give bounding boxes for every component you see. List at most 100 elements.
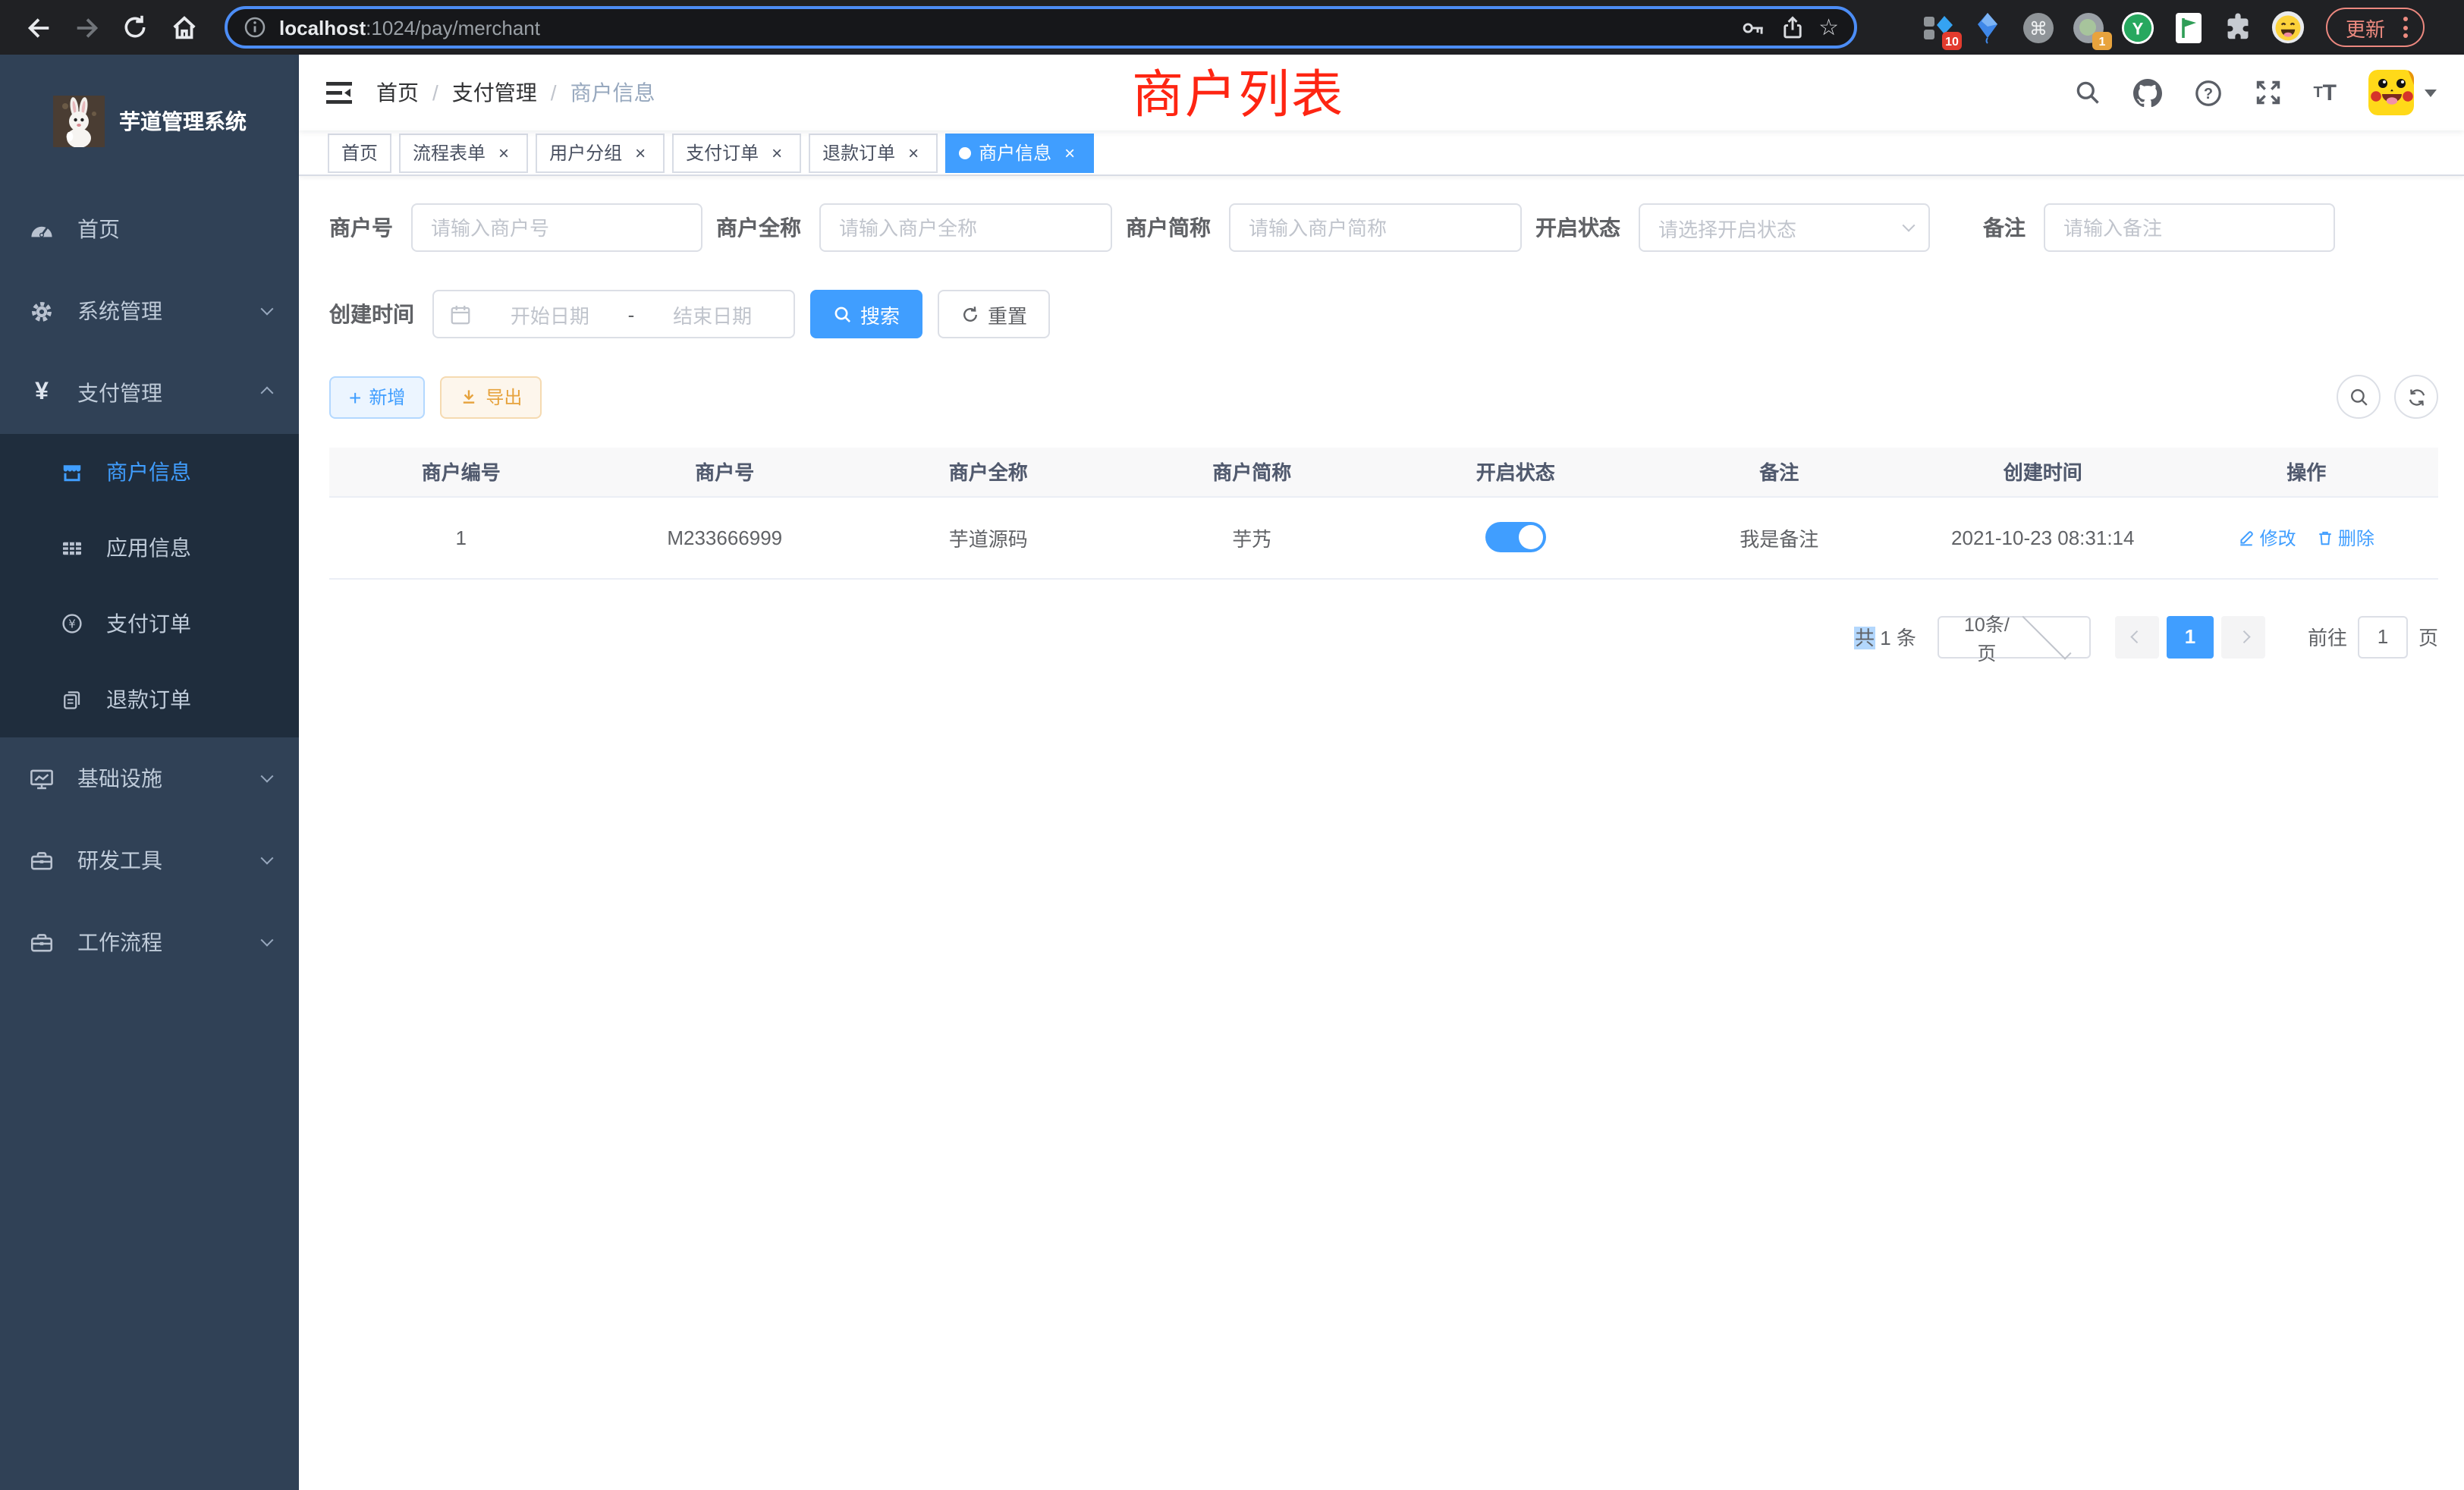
sidebar-item-label: 基础设施: [77, 763, 262, 794]
prev-page-button[interactable]: [2115, 615, 2159, 658]
sidebar-item-merchant-info[interactable]: 商户信息: [0, 434, 299, 510]
browser-menu-dots-icon[interactable]: [2403, 17, 2408, 38]
browser-forward-icon[interactable]: [70, 11, 103, 44]
remark-label: 备注: [1983, 212, 2044, 243]
reset-button[interactable]: 重置: [938, 290, 1050, 338]
hide-search-button[interactable]: [2337, 375, 2381, 419]
tab-close-icon[interactable]: ×: [903, 142, 924, 163]
next-page-button[interactable]: [2221, 615, 2265, 658]
date-separator: -: [628, 303, 635, 325]
merchant-no-input[interactable]: [411, 203, 702, 252]
sidebar-item-payment[interactable]: ¥ 支付管理: [0, 352, 299, 434]
merchant-table: 商户编号 商户号 商户全称 商户简称 开启状态 备注 创建时间 操作 1: [329, 448, 2438, 579]
tab-refund-orders[interactable]: 退款订单×: [809, 133, 938, 172]
search-button[interactable]: 搜索: [810, 290, 922, 338]
tab-merchant-info[interactable]: 商户信息 ×: [945, 133, 1094, 172]
toolbox-icon: [29, 847, 55, 873]
url-path: :1024/pay/merchant: [366, 16, 540, 39]
tab-pay-orders[interactable]: 支付订单 ×: [672, 133, 801, 172]
tab-close-icon[interactable]: ×: [493, 142, 514, 163]
tab-home[interactable]: 首页: [328, 133, 391, 172]
page-size-select[interactable]: 10条/页: [1938, 615, 2091, 658]
sidebar-item-refund-orders[interactable]: 退款订单: [0, 662, 299, 737]
github-icon[interactable]: [2132, 78, 2161, 107]
site-info-icon[interactable]: [243, 15, 267, 39]
extension-kite-icon[interactable]: [1971, 11, 2004, 44]
refresh-table-button[interactable]: [2394, 375, 2438, 419]
goto-page-input[interactable]: [2358, 615, 2408, 658]
active-tab-dot: [959, 146, 971, 159]
merchant-short-input[interactable]: [1229, 203, 1522, 252]
chevron-down-icon: [261, 303, 274, 316]
extension-recorder-icon[interactable]: 1: [2071, 11, 2104, 44]
status-select[interactable]: 请选择开启状态: [1639, 203, 1930, 252]
browser-back-icon[interactable]: [21, 11, 55, 44]
sidebar-item-system[interactable]: 系统管理: [0, 270, 299, 352]
add-button[interactable]: + 新增: [329, 376, 425, 418]
merchant-short-label: 商户简称: [1126, 212, 1229, 243]
bookmark-star-icon[interactable]: ☆: [1818, 16, 1839, 39]
breadcrumb-separator: /: [551, 80, 557, 105]
col-merchant-name: 商户全称: [856, 448, 1120, 496]
tab-user-group[interactable]: 用户分组×: [536, 133, 665, 172]
tab-close-icon[interactable]: ×: [766, 142, 787, 163]
search-icon: [833, 304, 853, 324]
tab-close-icon[interactable]: ×: [630, 142, 651, 163]
yen-circle-icon: ¥: [61, 611, 83, 636]
sidebar-fold-icon[interactable]: [326, 81, 352, 104]
browser-update-menu[interactable]: 更新: [2326, 8, 2425, 47]
url-host: localhost: [279, 16, 366, 39]
sidebar-item-app-info[interactable]: 应用信息: [0, 510, 299, 586]
search-button-label: 搜索: [860, 300, 900, 328]
sidebar-item-infrastructure[interactable]: 基础设施: [0, 737, 299, 819]
extension-axure-icon[interactable]: 10: [1921, 11, 1954, 44]
chevron-down-icon: [261, 852, 274, 865]
delete-link[interactable]: 删除: [2317, 524, 2374, 550]
breadcrumb-payment[interactable]: 支付管理: [452, 77, 537, 108]
tab-label: 商户信息: [979, 140, 1051, 165]
extension-y-icon[interactable]: Y: [2121, 11, 2154, 44]
plus-icon: +: [349, 386, 361, 407]
password-key-icon[interactable]: [1740, 14, 1765, 40]
app-title: 芋道管理系统: [119, 106, 247, 137]
sidebar-item-dev-tools[interactable]: 研发工具: [0, 819, 299, 901]
user-menu[interactable]: [2368, 70, 2437, 115]
browser-reload-icon[interactable]: [118, 11, 152, 44]
refresh-icon: [2406, 386, 2427, 407]
sidebar-item-home[interactable]: 首页: [0, 188, 299, 270]
header-search-icon[interactable]: [2073, 79, 2101, 106]
help-icon[interactable]: ?: [2193, 78, 2222, 107]
browser-home-icon[interactable]: [167, 11, 200, 44]
extension-command-icon[interactable]: ⌘: [2021, 11, 2054, 44]
sidebar-logo[interactable]: 芋道管理系统: [0, 55, 299, 188]
status-toggle[interactable]: [1485, 522, 1546, 552]
page-number-1[interactable]: 1: [2167, 615, 2214, 658]
sidebar-item-label: 支付订单: [106, 608, 191, 639]
col-status: 开启状态: [1384, 448, 1648, 496]
toolbox-icon: [29, 929, 55, 955]
chevron-down-icon: [261, 770, 274, 783]
add-button-label: 新增: [369, 384, 405, 410]
sidebar-item-pay-orders[interactable]: ¥ 支付订单: [0, 586, 299, 662]
font-size-icon[interactable]: TT: [2313, 80, 2337, 105]
breadcrumb-home[interactable]: 首页: [376, 77, 419, 108]
tab-close-icon[interactable]: ×: [1059, 142, 1080, 163]
extension-badge-1: 1: [2092, 32, 2112, 50]
share-icon[interactable]: [1779, 14, 1805, 40]
date-range-picker[interactable]: 开始日期 - 结束日期: [432, 290, 795, 338]
merchant-name-input[interactable]: [819, 203, 1112, 252]
remark-input[interactable]: [2044, 203, 2335, 252]
edit-link[interactable]: 修改: [2239, 524, 2296, 550]
url-bar[interactable]: localhost:1024/pay/merchant ☆: [225, 6, 1857, 49]
export-button[interactable]: 导出: [440, 376, 542, 418]
sidebar-item-workflow[interactable]: 工作流程: [0, 901, 299, 983]
profile-emoji-avatar[interactable]: [2271, 11, 2305, 44]
start-date-placeholder[interactable]: 开始日期: [484, 300, 616, 328]
extension-flag-icon[interactable]: [2171, 11, 2205, 44]
total-count-highlight: 共: [1855, 627, 1875, 649]
fullscreen-icon[interactable]: [2254, 79, 2281, 106]
extensions-puzzle-icon[interactable]: [2221, 11, 2255, 44]
tab-process-form[interactable]: 流程表单×: [399, 133, 528, 172]
end-date-placeholder[interactable]: 结束日期: [646, 300, 778, 328]
tab-label: 支付订单: [686, 140, 759, 165]
